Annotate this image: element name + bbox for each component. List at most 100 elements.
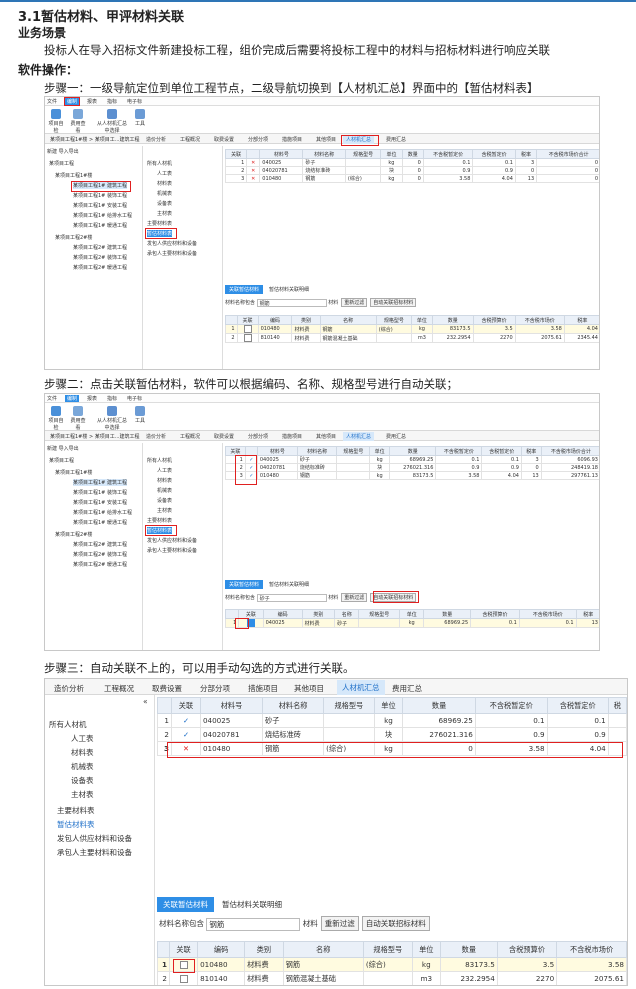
filter-input[interactable]: 钢筋: [256, 298, 327, 307]
auto-link-button[interactable]: 自动关联招标材料: [361, 916, 430, 931]
mat-tree-item[interactable]: 发包人供应材料和设备: [147, 537, 197, 544]
mat-tree-item[interactable]: 主要材料表: [57, 805, 95, 816]
tree-node[interactable]: 某项目工程1# 安装工程: [73, 499, 127, 506]
refilter-button[interactable]: 重新过滤: [341, 593, 368, 602]
menu-ebid[interactable]: 电子标: [127, 98, 142, 105]
tree-node-selected[interactable]: 某项目工程1# 建筑工程: [73, 479, 127, 486]
tree-node[interactable]: 某项目工程2# 暖通工程: [73, 264, 127, 271]
tab-overview[interactable]: 工程概况: [177, 135, 203, 144]
table-row[interactable]: 2 810140 材料费 钢筋混凝土基础 m3 232.2954 2270 2075.61 23…: [225, 333, 599, 343]
mat-tree-item[interactable]: 人工表: [71, 733, 94, 744]
tree-node[interactable]: 某项目工程1# 装饰工程: [73, 489, 127, 496]
tab-link-temp[interactable]: 关联暂估材料: [225, 285, 264, 294]
tree-node[interactable]: 某项目工程2#楼: [55, 531, 92, 538]
tab-overview[interactable]: 工程概况: [177, 432, 203, 441]
tab-items[interactable]: 分部分项: [245, 432, 271, 441]
table-row[interactable]: 1 040025 材料费 砂子 kg 68969.25 0.1 0.1 13: [224, 618, 599, 628]
mat-tree-item[interactable]: 机械表: [71, 761, 94, 772]
toolbar-tools[interactable]: 工具: [131, 109, 149, 127]
collapse-icon[interactable]: «: [143, 697, 148, 706]
tab-other[interactable]: 其他项目: [313, 432, 339, 441]
tree-node[interactable]: 某项目工程1# 给排水工程: [73, 509, 132, 516]
tree-node[interactable]: 某项目工程1# 暖通工程: [73, 222, 127, 229]
link-checkbox[interactable]: [243, 334, 252, 342]
table-row[interactable]: 1 ✕ 040025 砂子 kg 0 0.1 0.1 3 0: [224, 158, 599, 167]
tab-cost-analysis[interactable]: 造价分析: [143, 135, 169, 144]
tree-node[interactable]: 某项目工程1#楼: [55, 172, 92, 179]
menu-file[interactable]: 文件: [47, 395, 57, 402]
tab-materials-summary[interactable]: 人材机汇总: [337, 680, 385, 695]
tab-materials-summary[interactable]: 人材机汇总: [343, 432, 375, 441]
tree-node[interactable]: 某项目工程2# 暖通工程: [73, 561, 127, 568]
tab-link-detail[interactable]: 暂估材料关联明细: [265, 580, 313, 589]
mat-tree-item[interactable]: 设备表: [157, 497, 172, 504]
table-row[interactable]: 1 010480 材料费 钢筋 (综合) kg 83173.5 3.5 3.58 4.04: [225, 324, 599, 334]
tree-node[interactable]: 某项目工程1# 暖通工程: [73, 519, 127, 526]
tree-node[interactable]: 某项目工程1#楼: [55, 469, 92, 476]
tab-fee-summary[interactable]: 费用汇总: [383, 135, 409, 144]
refilter-button[interactable]: 重新过滤: [341, 298, 368, 307]
filter-input[interactable]: 钢筋: [206, 917, 301, 931]
toolbar-select[interactable]: 从人材机汇总中选择: [97, 406, 127, 431]
mat-tree-item[interactable]: 主要材料表: [147, 517, 172, 524]
table-row[interactable]: 2 810140 材料费 钢筋混凝土基础 m3 232.2954 2270 2075.61: [157, 971, 627, 985]
tab-fee-setting[interactable]: 取费设置: [149, 682, 185, 695]
mat-tree-item[interactable]: 承包人主要材料和设备: [147, 250, 197, 257]
tree-node[interactable]: 某项目工程2# 建筑工程: [73, 541, 127, 548]
tab-link-temp[interactable]: 关联暂估材料: [225, 580, 264, 589]
mat-tree-item[interactable]: 所有人材机: [147, 160, 172, 167]
tree-node[interactable]: 某项目工程2#楼: [55, 234, 92, 241]
mat-tree-item[interactable]: 设备表: [157, 200, 172, 207]
filter-input[interactable]: 砂子: [256, 593, 327, 602]
menu-edit[interactable]: 编制: [65, 395, 80, 402]
link-checkbox[interactable]: [243, 325, 252, 333]
tab-overview[interactable]: 工程概况: [101, 682, 137, 695]
tree-node[interactable]: 某项目工程: [49, 160, 74, 167]
mat-tree-item[interactable]: 主材表: [157, 210, 172, 217]
tab-link-temp[interactable]: 关联暂估材料: [157, 897, 214, 912]
tab-fee-summary[interactable]: 费用汇总: [383, 432, 409, 441]
mat-tree-item[interactable]: 人工表: [157, 467, 172, 474]
mat-tree-item[interactable]: 主材表: [71, 789, 94, 800]
table-row[interactable]: 2 ✓ 04020781 烧结标准砖块 276021.316 0.9 0.9: [157, 727, 627, 742]
mat-tree-item[interactable]: 所有人材机: [49, 719, 87, 730]
table-row[interactable]: 2 ✕ 04020781 烧结标准砖块 0 0.9 0.9 0 0: [224, 166, 599, 175]
tab-other[interactable]: 其他项目: [291, 682, 327, 695]
mat-tree-item[interactable]: 机械表: [157, 190, 172, 197]
mat-tree-item[interactable]: 发包人供应材料和设备: [57, 833, 132, 844]
toolbar-selfcheck[interactable]: 项目自检: [47, 109, 65, 134]
table-row[interactable]: 1 ✓ 040025 砂子 kg 68969.25 0.1 0.1 3 6096.93: [225, 455, 599, 464]
tab-items[interactable]: 分部分项: [197, 682, 233, 695]
tree-node[interactable]: 某项目工程1# 安装工程: [73, 202, 127, 209]
mat-tree-item[interactable]: 所有人材机: [147, 457, 172, 464]
menu-index[interactable]: 指标: [107, 395, 117, 402]
toolbar-fees[interactable]: 费用查看: [69, 406, 87, 431]
mat-tree-item[interactable]: 承包人主要材料和设备: [147, 547, 197, 554]
tree-node[interactable]: 某项目工程1# 装饰工程: [73, 192, 127, 199]
toolbar-fees[interactable]: 费用查看: [69, 109, 87, 134]
mat-tree-item[interactable]: 人工表: [157, 170, 172, 177]
link-checkbox[interactable]: [179, 975, 188, 983]
tab-cost-analysis[interactable]: 造价分析: [143, 432, 169, 441]
table-row[interactable]: 1 010480 材料费 钢筋 (综合) kg 83173.5 3.5 3.58: [157, 957, 627, 972]
tree-node[interactable]: 某项目工程: [49, 457, 74, 464]
menu-report[interactable]: 报表: [87, 98, 97, 105]
table-row[interactable]: 1 ✓ 040025 砂子 kg 68969.25 0.1 0.1: [157, 713, 627, 728]
tree-node[interactable]: 某项目工程2# 建筑工程: [73, 244, 127, 251]
table-row[interactable]: 3 ✓ 010480 钢筋 kg 83173.5 3.58 4.04 13 297761.13: [225, 471, 599, 480]
table-row[interactable]: 2 ✓ 04020781 烧结标准砖块 276021.316 0.9 0.9 0 248419.…: [225, 463, 599, 472]
tab-link-detail[interactable]: 暂估材料关联明细: [216, 897, 288, 912]
menu-report[interactable]: 报表: [87, 395, 97, 402]
tab-measures[interactable]: 措施项目: [279, 135, 305, 144]
mat-tree-item[interactable]: 材料表: [71, 747, 94, 758]
mat-tree-item[interactable]: 主材表: [157, 507, 172, 514]
table-row[interactable]: 3 ✕ 010480 钢筋 (综合) kg 0 3.58 4.04 13 0: [224, 174, 599, 183]
menu-index[interactable]: 指标: [107, 98, 117, 105]
toolbar-select[interactable]: 从人材机汇总中选择: [97, 109, 127, 134]
toolbar-selfcheck[interactable]: 项目自检: [47, 406, 65, 431]
tab-cost-analysis[interactable]: 造价分析: [51, 682, 87, 695]
tab-measures[interactable]: 措施项目: [279, 432, 305, 441]
tab-items[interactable]: 分部分项: [245, 135, 271, 144]
auto-link-button[interactable]: 自动关联招标材料: [370, 298, 417, 307]
toolbar-tools[interactable]: 工具: [131, 406, 149, 424]
